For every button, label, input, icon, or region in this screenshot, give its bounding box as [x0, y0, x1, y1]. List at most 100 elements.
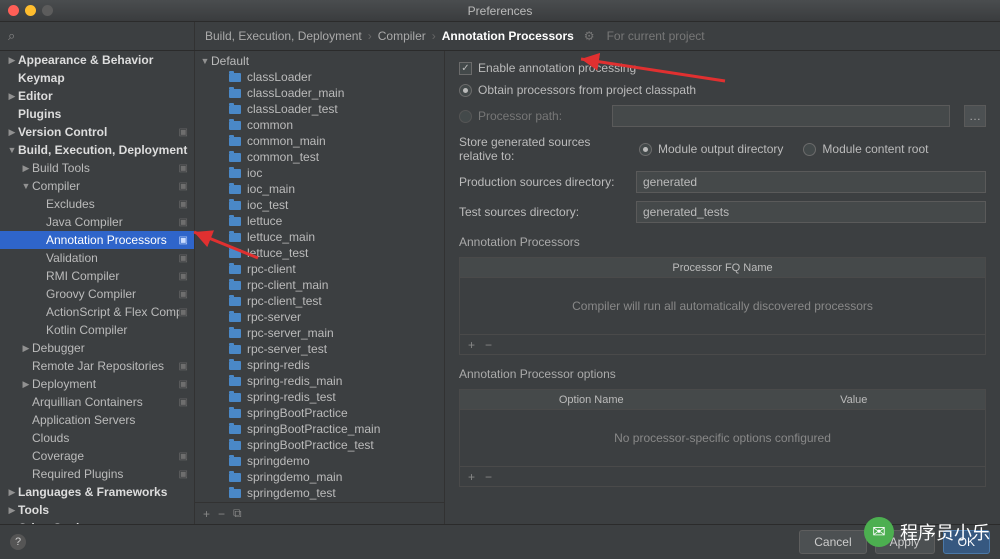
profile-item[interactable]: springdemo_test [195, 485, 444, 501]
sidebar-item[interactable]: Application Servers [0, 411, 194, 429]
cancel-button[interactable]: Cancel [799, 530, 866, 554]
add-processor-button[interactable]: + [468, 338, 475, 352]
crumb-2[interactable]: Compiler [378, 29, 426, 43]
sidebar-item[interactable]: ▶Deployment▣ [0, 375, 194, 393]
module-icon [229, 311, 243, 323]
profile-item[interactable]: spring-redis_main [195, 373, 444, 389]
profile-root[interactable]: ▼Default [195, 53, 444, 69]
chevron-right-icon: › [368, 29, 372, 43]
sidebar-item[interactable]: ▶Editor [0, 87, 194, 105]
sidebar-item[interactable]: ▶Tools [0, 501, 194, 519]
profile-item[interactable]: lettuce [195, 213, 444, 229]
profile-item[interactable]: ioc_test [195, 197, 444, 213]
module-icon [229, 215, 243, 227]
processor-path-radio[interactable]: Processor path: [459, 109, 562, 123]
profile-item[interactable]: classLoader_test [195, 101, 444, 117]
sidebar-item[interactable]: ▶Appearance & Behavior [0, 51, 194, 69]
profile-item[interactable]: rpc-client_main [195, 277, 444, 293]
remove-profile-button[interactable]: − [218, 507, 225, 521]
sidebar-item[interactable]: Groovy Compiler▣ [0, 285, 194, 303]
profile-item[interactable]: ioc_main [195, 181, 444, 197]
profile-item[interactable]: common_main [195, 133, 444, 149]
obtain-from-classpath-radio[interactable]: Obtain processors from project classpath [459, 83, 986, 97]
profile-item[interactable]: springdemo [195, 453, 444, 469]
sidebar-item-label: Editor [18, 89, 188, 103]
sidebar-item[interactable]: Coverage▣ [0, 447, 194, 465]
sidebar-item[interactable]: ▶Build Tools▣ [0, 159, 194, 177]
window-title: Preferences [0, 4, 1000, 18]
profile-item-label: springdemo_main [247, 470, 342, 484]
sidebar-item[interactable]: Annotation Processors▣ [0, 231, 194, 249]
profile-item[interactable]: rpc-client_test [195, 293, 444, 309]
profile-item[interactable]: rpc-server_test [195, 341, 444, 357]
module-icon [229, 247, 243, 259]
scope-badge-icon: ▣ [179, 199, 188, 210]
help-button[interactable]: ? [10, 534, 26, 550]
profile-item[interactable]: springBootPractice_test [195, 437, 444, 453]
profile-tree[interactable]: ▼DefaultclassLoaderclassLoader_mainclass… [195, 51, 444, 502]
profile-item[interactable]: classLoader [195, 69, 444, 85]
sidebar-item-label: Groovy Compiler [46, 287, 179, 301]
profile-item[interactable]: rpc-client [195, 261, 444, 277]
sidebar-item[interactable]: ▼Build, Execution, Deployment [0, 141, 194, 159]
remove-option-button[interactable]: − [485, 470, 492, 484]
browse-path-button[interactable]: … [964, 105, 986, 127]
profile-item[interactable]: springdemo_main [195, 469, 444, 485]
scope-badge-icon: ▣ [179, 217, 188, 228]
profile-item[interactable]: springBootPractice [195, 405, 444, 421]
module-content-radio[interactable]: Module content root [803, 142, 928, 156]
profile-item[interactable]: ioc [195, 165, 444, 181]
test-dir-field[interactable]: generated_tests [636, 201, 986, 223]
scope-badge-icon: ▣ [179, 271, 188, 282]
sidebar-item[interactable]: ▶Languages & Frameworks [0, 483, 194, 501]
module-icon [229, 471, 243, 483]
sidebar-item-label: Tools [18, 503, 188, 517]
sidebar-item[interactable]: ActionScript & Flex Compiler▣ [0, 303, 194, 321]
add-option-button[interactable]: + [468, 470, 475, 484]
profile-item-label: rpc-client_main [247, 278, 328, 292]
sidebar-item[interactable]: ▶Debugger [0, 339, 194, 357]
add-profile-button[interactable]: + [203, 507, 210, 521]
sidebar-item[interactable]: Keymap [0, 69, 194, 87]
enable-annotation-checkbox[interactable]: ✓ Enable annotation processing [459, 61, 986, 75]
profile-item[interactable]: spring-redis_test [195, 389, 444, 405]
settings-tree[interactable]: ▶Appearance & Behavior Keymap ▶EditorPlugi… [0, 51, 195, 524]
profile-item[interactable]: rpc-server [195, 309, 444, 325]
sidebar-item[interactable]: Required Plugins▣ [0, 465, 194, 483]
profile-item[interactable]: rpc-server_main [195, 325, 444, 341]
profile-item[interactable]: common [195, 117, 444, 133]
sidebar-item[interactable]: Validation▣ [0, 249, 194, 267]
options-col2-header: Value [723, 394, 986, 406]
sidebar-item[interactable]: Kotlin Compiler [0, 321, 194, 339]
sidebar-item[interactable]: Excludes▣ [0, 195, 194, 213]
disclosure-icon: ▼ [20, 181, 32, 191]
sidebar-item[interactable]: Clouds [0, 429, 194, 447]
chevron-right-icon: › [432, 29, 436, 43]
crumb-1[interactable]: Build, Execution, Deployment [205, 29, 362, 43]
module-icon [229, 263, 243, 275]
profile-item[interactable]: lettuce_main [195, 229, 444, 245]
prod-dir-field[interactable]: generated [636, 171, 986, 193]
sidebar-item[interactable]: Remote Jar Repositories▣ [0, 357, 194, 375]
profile-item-label: ioc [247, 166, 262, 180]
sidebar-item[interactable]: Plugins [0, 105, 194, 123]
copy-profile-button[interactable]: ⧉ [233, 506, 242, 521]
profile-item[interactable]: lettuce_test [195, 245, 444, 261]
module-output-radio[interactable]: Module output directory [639, 142, 783, 156]
dialog-footer: ? Cancel Apply OK [0, 524, 1000, 559]
sidebar-item[interactable]: ▼Compiler▣ [0, 177, 194, 195]
sidebar-item-label: Keymap [18, 71, 188, 85]
profile-item[interactable]: classLoader_main [195, 85, 444, 101]
search-input[interactable] [19, 29, 186, 43]
sidebar-item[interactable]: Arquillian Containers▣ [0, 393, 194, 411]
profile-item[interactable]: common_test [195, 149, 444, 165]
sidebar-item-label: Remote Jar Repositories [32, 359, 179, 373]
sidebar-item[interactable]: RMI Compiler▣ [0, 267, 194, 285]
sidebar-item[interactable]: ▶Version Control▣ [0, 123, 194, 141]
profile-item[interactable]: spring-redis [195, 357, 444, 373]
remove-processor-button[interactable]: − [485, 338, 492, 352]
processor-path-field[interactable] [612, 105, 950, 127]
sidebar-item-label: Validation [46, 251, 179, 265]
profile-item[interactable]: springBootPractice_main [195, 421, 444, 437]
sidebar-item[interactable]: Java Compiler▣ [0, 213, 194, 231]
